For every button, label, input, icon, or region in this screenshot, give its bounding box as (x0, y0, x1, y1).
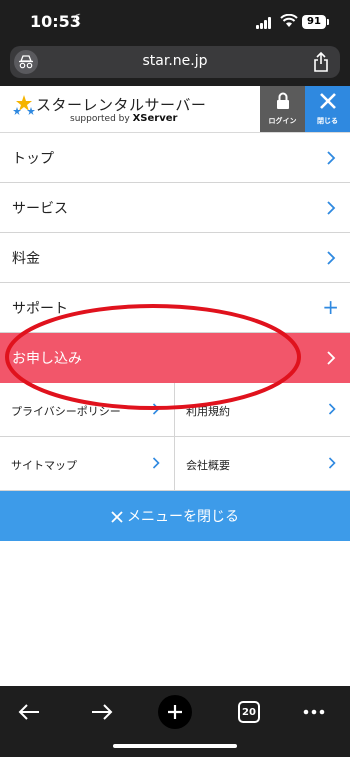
link-sitemap[interactable]: サイトマップ (0, 437, 174, 491)
link-privacy-policy[interactable]: プライバシーポリシー (0, 383, 174, 437)
link-company[interactable]: 会社概要 (175, 437, 350, 491)
menu-item-label: お申し込み (12, 351, 82, 367)
star-logo-icon (13, 95, 35, 115)
tab-count: 20 (238, 701, 260, 723)
login-label: ログイン (268, 117, 297, 125)
home-indicator[interactable] (113, 744, 237, 748)
browser-address-area: star.ne.jp (0, 44, 350, 86)
chevron-right-icon (327, 201, 336, 215)
close-menu-label: メニューを閉じる (127, 509, 239, 525)
header-close-button[interactable]: 閉じる (305, 86, 350, 132)
arrow-left-icon (18, 704, 39, 720)
lock-icon (276, 92, 289, 109)
menu-item-support[interactable]: サポート + (0, 283, 350, 333)
logo-subtitle: supported by XServer (70, 113, 177, 124)
new-tab-button[interactable] (157, 694, 193, 730)
status-bar: 10:53 ☾ 91 (0, 0, 350, 44)
forward-button[interactable] (84, 694, 120, 730)
menu-item-label: サポート (12, 301, 68, 317)
menu-item-apply[interactable]: お申し込み (0, 333, 350, 383)
menu-item-service[interactable]: サービス (0, 183, 350, 233)
chevron-right-icon (152, 457, 160, 469)
moon-icon: ☾ (73, 12, 86, 28)
browser-toolbar: 20 (0, 686, 350, 757)
back-button[interactable] (11, 694, 47, 730)
login-button[interactable]: ログイン (260, 86, 305, 132)
chevron-right-icon (327, 251, 336, 265)
grid-divider (174, 383, 175, 491)
logo-brand-text: XServer (132, 113, 178, 124)
menu-item-label: サービス (12, 201, 68, 217)
chevron-right-icon (328, 403, 336, 415)
chevron-right-icon (328, 457, 336, 469)
tabs-button[interactable]: 20 (231, 694, 267, 730)
grid-link-label: 会社概要 (186, 459, 230, 472)
close-icon (319, 93, 336, 109)
chevron-right-icon (327, 351, 336, 365)
menu-item-label: 料金 (12, 251, 40, 267)
plus-icon: + (322, 295, 339, 319)
cellular-signal-icon (256, 17, 273, 29)
url-text[interactable]: star.ne.jp (10, 53, 340, 69)
close-label: 閉じる (317, 117, 338, 125)
chevron-right-icon (327, 151, 336, 165)
arrow-right-icon (92, 704, 113, 720)
grid-link-label: サイトマップ (11, 459, 77, 472)
plus-icon (168, 705, 182, 719)
menu-item-top[interactable]: トップ (0, 133, 350, 183)
logo-supported-text: supported by (70, 114, 130, 124)
share-icon[interactable] (312, 51, 330, 73)
more-button[interactable] (296, 694, 332, 730)
more-dots-icon (303, 709, 325, 715)
menu-item-label: トップ (12, 151, 54, 167)
phone-screen: 10:53 ☾ 91 star.ne.jp スターレンタルサーバー suppor… (0, 0, 350, 757)
grid-link-label: プライバシーポリシー (11, 405, 121, 418)
close-menu-button[interactable]: メニューを閉じる (0, 491, 350, 541)
link-terms[interactable]: 利用規約 (175, 383, 350, 437)
battery-icon: 91 (302, 15, 326, 29)
site-header: スターレンタルサーバー supported by XServer ログイン 閉じ… (0, 86, 350, 133)
logo-title[interactable]: スターレンタルサーバー (36, 94, 206, 115)
address-bar[interactable]: star.ne.jp (10, 46, 340, 78)
menu-item-pricing[interactable]: 料金 (0, 233, 350, 283)
close-icon (111, 511, 123, 523)
chevron-right-icon (152, 403, 160, 415)
grid-link-label: 利用規約 (186, 405, 230, 418)
wifi-icon (280, 14, 298, 27)
